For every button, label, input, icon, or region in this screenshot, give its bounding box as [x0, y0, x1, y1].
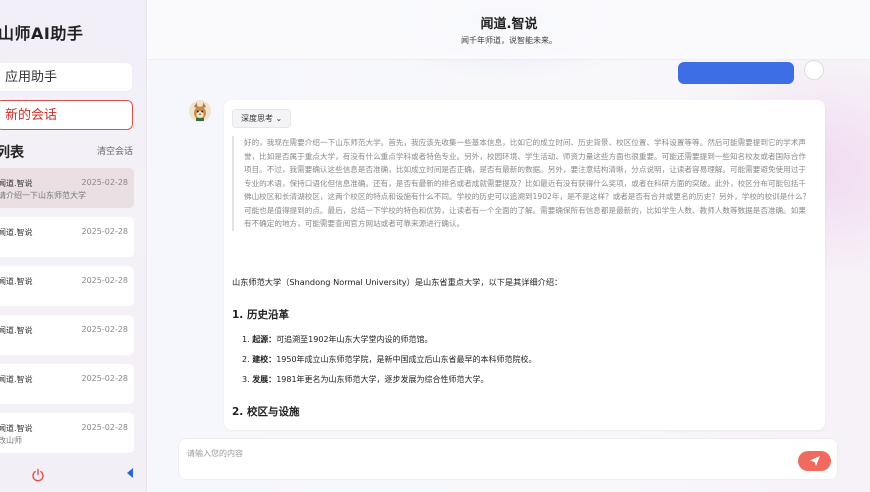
conversation-list-title: 列表: [0, 145, 24, 161]
thinking-process-text: 好的，我现在需要介绍一下山东师范大学。首先，我应该先收集一些基本信息，比如它的成…: [232, 136, 812, 231]
conversation-title: 闻道.智说: [0, 326, 33, 335]
list-item-text: 1981年更名为山东师范大学，逐步发展为综合性师范大学。: [276, 375, 489, 384]
user-avatar: [804, 60, 824, 80]
conversation-date: 2025-02-28: [81, 227, 129, 236]
list-item: 1. 起源：可追溯至1902年山东大学堂内设的师范馆。: [242, 334, 802, 354]
power-icon[interactable]: [31, 468, 45, 482]
conversation-title: 闻道.智说: [0, 179, 33, 188]
list-item-text: 1950年成立山东师范学院，是新中国成立后山东省最早的本科师范院校。: [276, 355, 537, 364]
user-message-bubble: [678, 62, 794, 84]
conversation-date: 2025-02-28: [81, 374, 129, 383]
conversation-date: 2025-02-28: [81, 325, 129, 334]
conversation-preview: 请介绍一下山东师范大学: [0, 191, 86, 200]
sidebar: 山师AI助手 应用助手 新的会话 列表 清空会话 闻道.智说 2025-02-2…: [0, 0, 147, 492]
clear-conversations-button[interactable]: 清空会话: [97, 144, 133, 157]
app-title: 山师AI助手: [0, 24, 84, 43]
chat-title: 闻道.智说: [480, 17, 538, 32]
section-heading: 2. 校区与设施: [232, 406, 300, 418]
conversation-date: 2025-02-28: [81, 178, 129, 187]
conversation-item[interactable]: 闻道.智说 2025-02-28: [0, 217, 134, 257]
conversation-item[interactable]: 闻道.智说 2025-02-28 请介绍一下山东师范大学: [0, 168, 134, 208]
list-item: 3. 发展：1981年更名为山东师范大学，逐步发展为综合性师范大学。: [242, 374, 802, 394]
conversation-date: 2025-02-28: [81, 276, 129, 285]
conversation-preview: 改山师: [0, 436, 22, 445]
send-button[interactable]: [798, 451, 831, 471]
conversation-title: 闻道.智说: [0, 424, 33, 433]
conversation-item[interactable]: 闻道.智说 2025-02-28: [0, 364, 134, 404]
assistant-avatar: [189, 100, 211, 122]
list-item-number: 2.: [242, 355, 250, 364]
list-item-label: 建校：: [252, 355, 277, 364]
conversation-item[interactable]: 闻道.智说 2025-02-28 改山师: [0, 413, 134, 453]
assistant-answer-card: 深度思考 ⌄ 好的，我现在需要介绍一下山东师范大学。首先，我应该先收集一些基本信…: [224, 100, 825, 430]
chat-subtitle: 闻千年师道，说智能未来。: [461, 36, 557, 45]
list-item-text: 可追溯至1902年山东大学堂内设的师范馆。: [276, 335, 433, 344]
send-icon: [810, 456, 820, 466]
new-chat-button[interactable]: 新的会话: [0, 100, 133, 130]
deep-think-toggle[interactable]: 深度思考 ⌄: [232, 109, 292, 128]
conversation-title: 闻道.智说: [0, 228, 33, 237]
chat-header: 闻道.智说 闻千年师道，说智能未来。: [148, 0, 870, 60]
chat-main: 闻道.智说 闻千年师道，说智能未来。 深度思考 ⌄ 好的，我现在需要介绍一下山东…: [148, 0, 870, 492]
list-item-number: 1.: [242, 335, 250, 344]
list-item: 2. 建校：1950年成立山东师范学院，是新中国成立后山东省最早的本科师范院校。: [242, 354, 802, 374]
list-item-label: 发展：: [252, 375, 277, 384]
conversation-date: 2025-02-28: [81, 423, 129, 432]
conversation-title: 闻道.智说: [0, 375, 33, 384]
section-heading: 1. 历史沿革: [232, 309, 289, 321]
collapse-sidebar-icon[interactable]: [125, 467, 135, 479]
conversation-title: 闻道.智说: [0, 277, 33, 286]
history-list: 1. 起源：可追溯至1902年山东大学堂内设的师范馆。 2. 建校：1950年成…: [242, 334, 802, 394]
message-input[interactable]: [187, 445, 767, 461]
conversation-item[interactable]: 闻道.智说 2025-02-28: [0, 315, 134, 355]
apps-assistant-button[interactable]: 应用助手: [0, 62, 133, 92]
answer-intro: 山东师范大学（Shandong Normal University）是山东省重点…: [232, 277, 563, 287]
list-item-label: 起源：: [252, 335, 277, 344]
conversation-list-header: 列表 清空会话: [0, 142, 133, 161]
message-composer: [178, 438, 838, 480]
list-item-number: 3.: [242, 375, 250, 384]
conversation-item[interactable]: 闻道.智说 2025-02-28: [0, 266, 134, 306]
